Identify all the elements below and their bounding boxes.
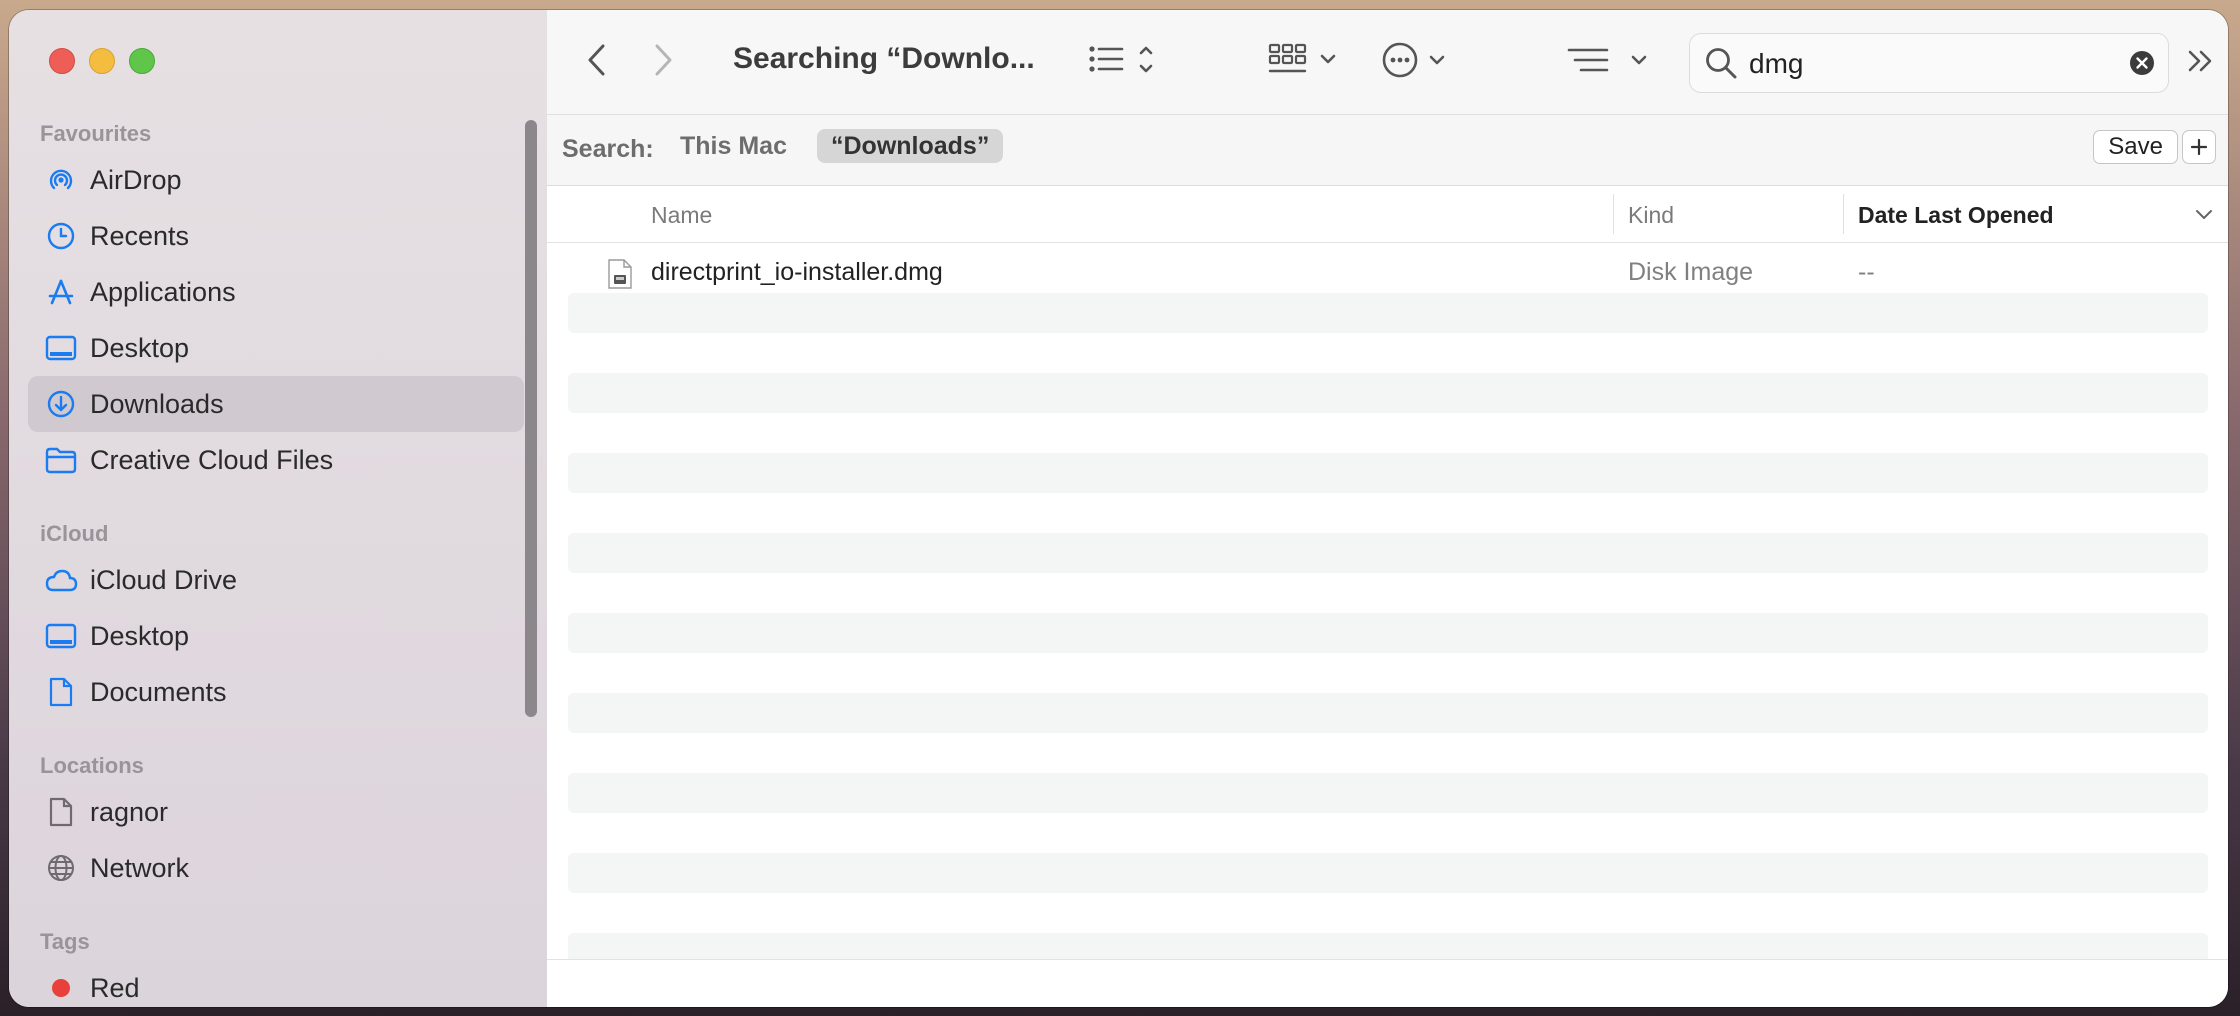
search-scope-label: Search: [562,135,654,163]
sidebar-section-favourites: Favourites [40,121,152,146]
forward-button[interactable] [643,40,683,80]
finder-window: Favourites AirDrop Recents Applications … [9,10,2228,1007]
sidebar-item-label: Network [90,852,190,883]
search-field[interactable]: dmg [1689,33,2169,93]
group-grid-button[interactable] [1267,38,1347,82]
sidebar-section-locations: Locations [40,753,144,778]
sidebar: Favourites AirDrop Recents Applications … [9,10,548,1007]
sidebar-item-label: Recents [90,220,190,251]
table-row[interactable]: directprint_io-installer.dmg Disk Image … [547,253,2228,293]
sidebar-item-label: iCloud Drive [90,564,238,595]
sidebar-section-tags: Tags [40,929,90,954]
save-search-button[interactable]: Save [2093,130,2178,164]
empty-row [568,853,2208,893]
column-header-date-last-opened[interactable]: Date Last Opened [1858,202,2054,229]
column-header: Name Kind Date Last Opened [547,186,2228,243]
toolbar-overflow-button[interactable] [2183,44,2219,78]
document-icon [43,794,79,830]
sidebar-item-icloud-desktop[interactable]: Desktop [28,608,524,664]
sidebar-item-label: Applications [90,276,236,307]
sidebar-scrollbar[interactable] [525,120,537,717]
sidebar-item-label: Red [90,972,140,1003]
file-date-last-opened: -- [1858,258,1875,286]
sidebar-item-label: AirDrop [90,164,182,195]
file-kind: Disk Image [1628,258,1754,286]
empty-row [568,693,2208,733]
clock-icon [43,218,79,254]
sidebar-item-label: Downloads [90,388,224,419]
sidebar-item-icloud-drive[interactable]: iCloud Drive [28,552,524,608]
file-name[interactable]: directprint_io-installer.dmg [651,258,943,287]
sidebar-section-icloud: iCloud [40,521,109,546]
downloads-icon [43,386,79,422]
clear-search-button[interactable] [2129,50,2155,76]
cloud-icon [43,562,79,598]
document-icon [43,674,79,710]
toolbar: Searching “Downlo... dmg [547,10,2228,115]
globe-icon [43,850,79,886]
sidebar-item-network[interactable]: Network [28,840,524,896]
sidebar-item-label: ragnor [90,796,169,827]
search-input[interactable]: dmg [1749,48,1803,80]
sidebar-item-airdrop[interactable]: AirDrop [28,152,524,208]
back-button[interactable] [577,40,617,80]
column-divider[interactable] [1613,194,1614,234]
add-criteria-button[interactable] [2182,130,2216,164]
scope-downloads[interactable]: “Downloads” [817,129,1004,163]
file-list: directprint_io-installer.dmg Disk Image … [547,243,2228,960]
search-icon [1704,46,1738,80]
sort-menu-button[interactable] [1563,38,1653,82]
column-header-kind[interactable]: Kind [1628,202,1674,229]
close-window-button[interactable] [49,48,75,74]
list-view-toggle[interactable] [1086,38,1162,82]
desktop-icon [43,618,79,654]
zoom-window-button[interactable] [129,48,155,74]
sidebar-item-applications[interactable]: Applications [28,264,524,320]
disk-image-file-icon [605,258,635,290]
sidebar-item-creative-cloud-files[interactable]: Creative Cloud Files [28,432,524,488]
sidebar-item-downloads[interactable]: Downloads [28,376,524,432]
empty-row [568,613,2208,653]
sidebar-item-label: Desktop [90,332,190,363]
scope-this-mac[interactable]: This Mac [666,129,801,163]
desktop-icon [43,330,79,366]
sidebar-item-label: Creative Cloud Files [90,444,334,475]
airdrop-icon [43,162,79,198]
folder-icon [43,442,79,478]
empty-row [568,373,2208,413]
minimize-window-button[interactable] [89,48,115,74]
tag-red-icon [43,970,79,1006]
empty-row [568,533,2208,573]
empty-row [568,293,2208,333]
column-header-name[interactable]: Name [651,202,712,229]
sort-descending-icon [2193,204,2215,224]
window-title: Searching “Downlo... [733,42,1035,75]
sidebar-item-label: Desktop [90,620,190,651]
empty-row [568,933,2208,960]
sidebar-item-recents[interactable]: Recents [28,208,524,264]
sidebar-item-desktop[interactable]: Desktop [28,320,524,376]
action-menu-button[interactable] [1381,38,1461,82]
status-bar [547,959,2228,1007]
column-divider[interactable] [1843,194,1844,234]
sidebar-item-label: Documents [90,676,227,707]
plus-icon [2190,138,2208,156]
sidebar-item-ragnor[interactable]: ragnor [28,784,524,840]
applications-icon [43,274,79,310]
sidebar-item-documents[interactable]: Documents [28,664,524,720]
sidebar-item-tag-red[interactable]: Red [28,960,524,1007]
empty-row [568,453,2208,493]
search-scope-bar: Search: This Mac “Downloads” Save [547,115,2228,186]
empty-row [568,773,2208,813]
